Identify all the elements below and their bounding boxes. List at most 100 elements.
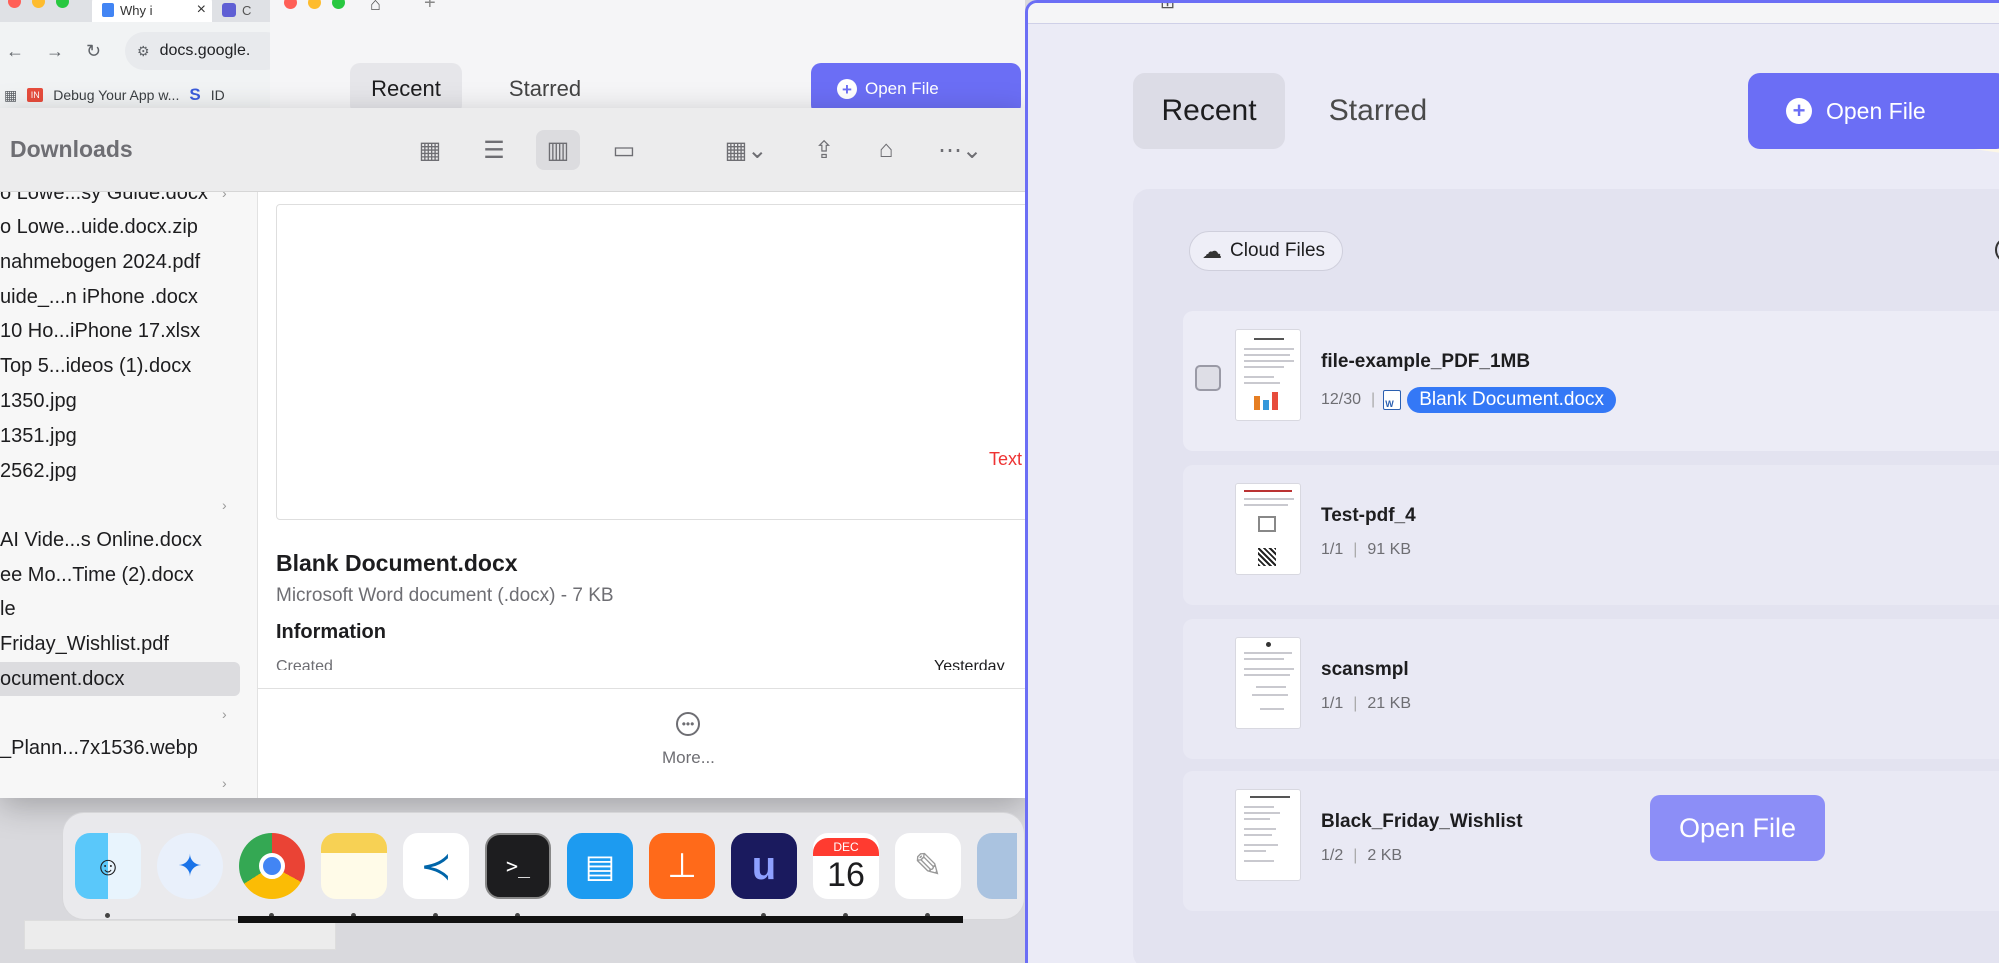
- row-open-file-button[interactable]: Open File: [1650, 795, 1825, 861]
- file-row[interactable]: Test-pdf_4 1/1 | 91 KB: [1183, 465, 1999, 605]
- site-settings-icon[interactable]: ⚙: [137, 43, 150, 60]
- terminal-prompt-label: >_: [505, 854, 531, 878]
- reload-icon[interactable]: ↻: [86, 41, 101, 62]
- more-button[interactable]: More...: [662, 748, 715, 768]
- app-tab-icon: [222, 3, 236, 17]
- finder-file-row[interactable]: Friday_Wishlist.pdf: [0, 627, 257, 661]
- file-row[interactable]: Black_Friday_Wishlist 1/2 | 2 KB: [1183, 771, 1999, 911]
- docker-app-icon[interactable]: ▤: [567, 833, 633, 899]
- column-view-icon[interactable]: ▥: [536, 130, 580, 170]
- file-name: Black_Friday_Wishlist: [1321, 811, 1523, 832]
- safari-app-icon[interactable]: ✦: [157, 833, 223, 899]
- browser-tab-docs[interactable]: Why i ×: [92, 0, 212, 22]
- group-by-menu-icon[interactable]: ▦⌄: [716, 130, 776, 170]
- finder-file-row[interactable]: o Lowe...uide.docx.zip: [0, 210, 257, 244]
- preview-app-icon[interactable]: [977, 833, 1017, 899]
- file-name: o Lowe...uide.docx.zip: [0, 215, 198, 238]
- new-tab-plus-icon[interactable]: +: [424, 0, 436, 15]
- file-thumbnail: [1235, 637, 1301, 729]
- home-icon[interactable]: ⌂: [370, 0, 381, 15]
- tab-recent[interactable]: Recent: [350, 63, 462, 110]
- finder-app-icon[interactable]: ☺: [75, 833, 141, 899]
- file-name: nahmebogen 2024.pdf: [0, 250, 201, 273]
- more-ellipsis-icon[interactable]: •••: [676, 712, 700, 736]
- forward-arrow-icon[interactable]: →: [46, 41, 64, 62]
- open-file-button[interactable]: + Open File: [1748, 73, 1999, 149]
- finder-file-row[interactable]: Top 5...ideos (1).docx: [0, 349, 257, 383]
- information-heading: Information: [276, 621, 386, 643]
- close-window-button[interactable]: [284, 0, 297, 9]
- finder-file-row[interactable]: 10 Ho...iPhone 17.xlsx: [0, 314, 257, 348]
- page-count: 12/30: [1321, 391, 1362, 408]
- chevron-right-icon: ›: [222, 706, 227, 722]
- icon-view-grid-icon[interactable]: ▦: [408, 130, 452, 170]
- file-name: 1351.jpg: [0, 424, 77, 447]
- page-count: 1/2: [1321, 847, 1344, 864]
- meta-separator: |: [1353, 695, 1358, 712]
- background-app-window: ⌂ + Recent Starred + Open File: [270, 0, 1025, 110]
- calendar-month: DEC: [813, 837, 879, 856]
- finder-folder-row[interactable]: ›: [0, 697, 257, 731]
- finder-file-row-selected[interactable]: ocument.docx: [0, 662, 240, 696]
- cloud-files-label: Cloud Files: [1230, 240, 1326, 261]
- tab-recent[interactable]: Recent: [1133, 73, 1285, 149]
- file-select-checkbox[interactable]: [1195, 365, 1221, 391]
- finder-file-row[interactable]: nahmebogen 2024.pdf: [0, 245, 257, 279]
- dock: ☺ ✦ ≺ >_ ▤ ⊥ u DEC 16 ✎: [62, 812, 1025, 920]
- notes-app-icon[interactable]: [321, 833, 387, 899]
- file-row[interactable]: file-example_PDF_1MB 12/30 | W Blank Doc…: [1183, 311, 1999, 451]
- tag-icon[interactable]: ⌂: [864, 130, 908, 170]
- textedit-app-icon[interactable]: ✎: [895, 833, 961, 899]
- finder-file-row[interactable]: le: [0, 592, 257, 626]
- finder-file-row[interactable]: uide_...n iPhone .docx: [0, 280, 257, 314]
- more-actions-menu-icon[interactable]: ⋯⌄: [930, 130, 990, 170]
- tab-starred[interactable]: Starred: [1303, 73, 1453, 149]
- finder-toolbar: Downloads ▦ ☰ ▥ ▭ ▦⌄ ⇪ ⌂ ⋯⌄: [0, 108, 1025, 192]
- page-count: 1/1: [1321, 541, 1344, 558]
- finder-file-row[interactable]: 1350.jpg: [0, 384, 257, 418]
- finder-file-row[interactable]: ee Mo...Time (2).docx: [0, 558, 257, 592]
- radio-tower-app-icon[interactable]: ⊥: [649, 833, 715, 899]
- tab-starred[interactable]: Starred: [495, 63, 595, 110]
- search-icon[interactable]: [1995, 237, 1999, 263]
- meta-separator: |: [1353, 847, 1358, 864]
- updf-app-icon[interactable]: u: [731, 833, 797, 899]
- finder-file-row[interactable]: 2562.jpg: [0, 454, 257, 488]
- finder-file-row[interactable]: _Plann...7x1536.webp: [0, 731, 257, 765]
- finder-folder-row[interactable]: ›: [0, 766, 257, 798]
- address-bar[interactable]: ⚙ docs.google.: [125, 32, 274, 70]
- finder-file-row[interactable]: 1351.jpg: [0, 419, 257, 453]
- calendar-app-icon[interactable]: DEC 16: [813, 833, 879, 899]
- finder-folder-row[interactable]: ›: [0, 488, 257, 522]
- finder-file-row[interactable]: AI Vide...s Online.docx: [0, 523, 257, 557]
- browser-tab-2[interactable]: C: [214, 0, 274, 22]
- minimize-window-button[interactable]: [308, 0, 321, 9]
- gallery-view-icon[interactable]: ▭: [602, 130, 646, 170]
- pdf-app-window: ⊞ Recent Starred + Open File ☁ Cloud Fil…: [1025, 0, 1999, 963]
- chrome-app-icon[interactable]: [239, 833, 305, 899]
- terminal-app-icon[interactable]: >_: [485, 833, 551, 899]
- file-row[interactable]: scansmpl 1/1 | 21 KB: [1183, 619, 1999, 759]
- open-file-label: Open File: [865, 79, 939, 98]
- bookmark-s-icon: S: [189, 85, 201, 104]
- plus-circle-icon: +: [1786, 98, 1812, 124]
- chevron-right-icon: ›: [222, 192, 227, 201]
- open-file-button[interactable]: + Open File: [811, 63, 1021, 110]
- finder-file-row[interactable]: o Lowe...sy Guide.docx ›: [0, 192, 257, 210]
- vscode-app-icon[interactable]: ≺: [403, 833, 469, 899]
- zoom-window-button[interactable]: [332, 0, 345, 9]
- apps-grid-icon[interactable]: ▦: [4, 87, 17, 104]
- address-bar-url: docs.google.: [159, 42, 251, 59]
- list-view-icon[interactable]: ☰: [472, 130, 516, 170]
- finder-file-column: o Lowe...sy Guide.docx › o Lowe...uide.do…: [0, 192, 258, 798]
- bookmark-debug-app[interactable]: Debug Your App w...: [53, 87, 179, 103]
- bookmarks-bar: ▦ IN Debug Your App w... S ID: [0, 82, 274, 108]
- sidebar-toggle-icon[interactable]: ⊞: [1160, 3, 1175, 13]
- cloud-files-button[interactable]: ☁ Cloud Files: [1189, 231, 1343, 271]
- bookmark-id[interactable]: ID: [211, 87, 225, 103]
- back-arrow-icon[interactable]: ←: [6, 41, 24, 62]
- close-tab-icon[interactable]: ×: [197, 1, 206, 19]
- preview-file-name: Blank Document.docx: [276, 550, 518, 576]
- file-name: Test-pdf_4: [1321, 505, 1416, 526]
- share-icon[interactable]: ⇪: [802, 130, 846, 170]
